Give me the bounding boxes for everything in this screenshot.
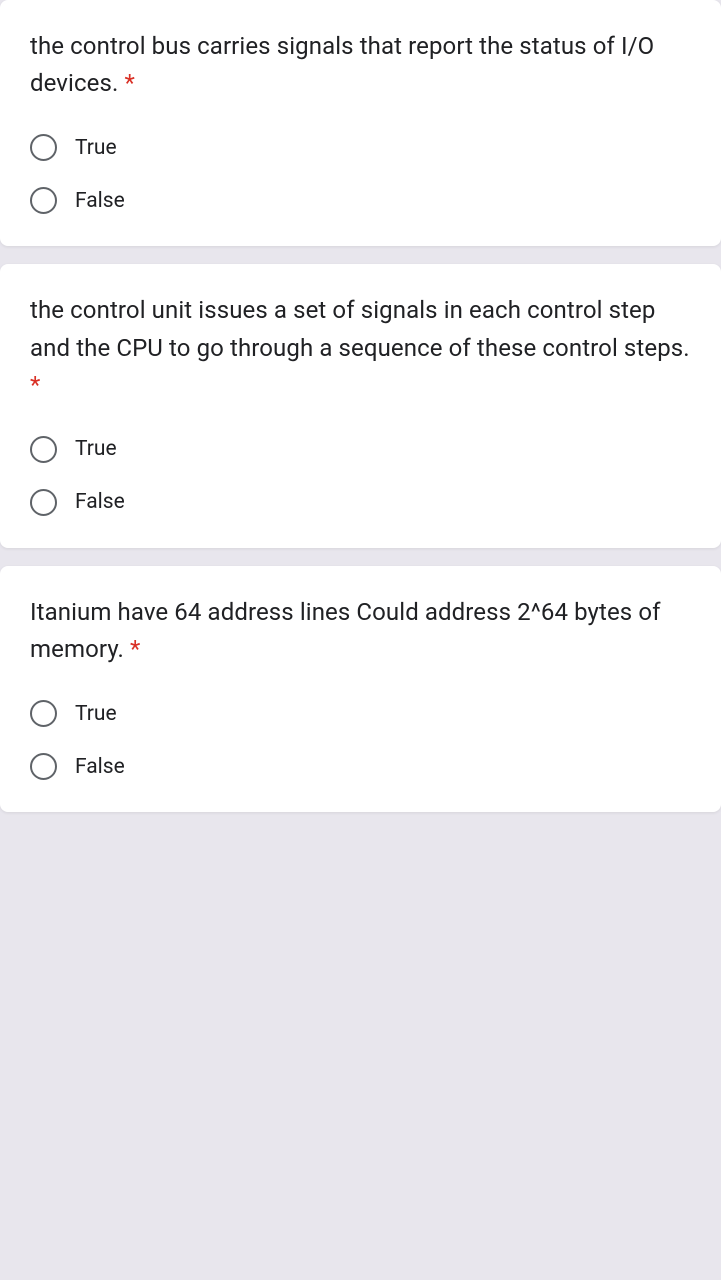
required-marker: * — [124, 69, 134, 97]
radio-icon — [30, 187, 57, 214]
option-label: True — [75, 702, 117, 726]
radio-icon — [30, 436, 57, 463]
question-text: the control bus carries signals that rep… — [30, 28, 691, 102]
radio-icon — [30, 489, 57, 516]
option-label: True — [75, 136, 117, 160]
radio-option-true[interactable]: True — [30, 134, 691, 161]
radio-option-true[interactable]: True — [30, 436, 691, 463]
question-prompt: Itanium have 64 address lines Could addr… — [30, 598, 661, 663]
radio-option-false[interactable]: False — [30, 489, 691, 516]
question-card: the control bus carries signals that rep… — [0, 0, 721, 246]
question-card: the control unit issues a set of signals… — [0, 264, 721, 548]
option-label: False — [75, 189, 125, 213]
required-marker: * — [130, 635, 140, 663]
radio-icon — [30, 700, 57, 727]
radio-option-false[interactable]: False — [30, 187, 691, 214]
question-card: Itanium have 64 address lines Could addr… — [0, 566, 721, 812]
radio-icon — [30, 134, 57, 161]
option-label: False — [75, 755, 125, 779]
question-text: the control unit issues a set of signals… — [30, 292, 691, 404]
option-label: False — [75, 490, 125, 514]
radio-option-false[interactable]: False — [30, 753, 691, 780]
question-prompt: the control unit issues a set of signals… — [30, 296, 690, 361]
radio-option-true[interactable]: True — [30, 700, 691, 727]
question-text: Itanium have 64 address lines Could addr… — [30, 594, 691, 668]
required-marker: * — [30, 371, 40, 399]
option-label: True — [75, 437, 117, 461]
radio-icon — [30, 753, 57, 780]
